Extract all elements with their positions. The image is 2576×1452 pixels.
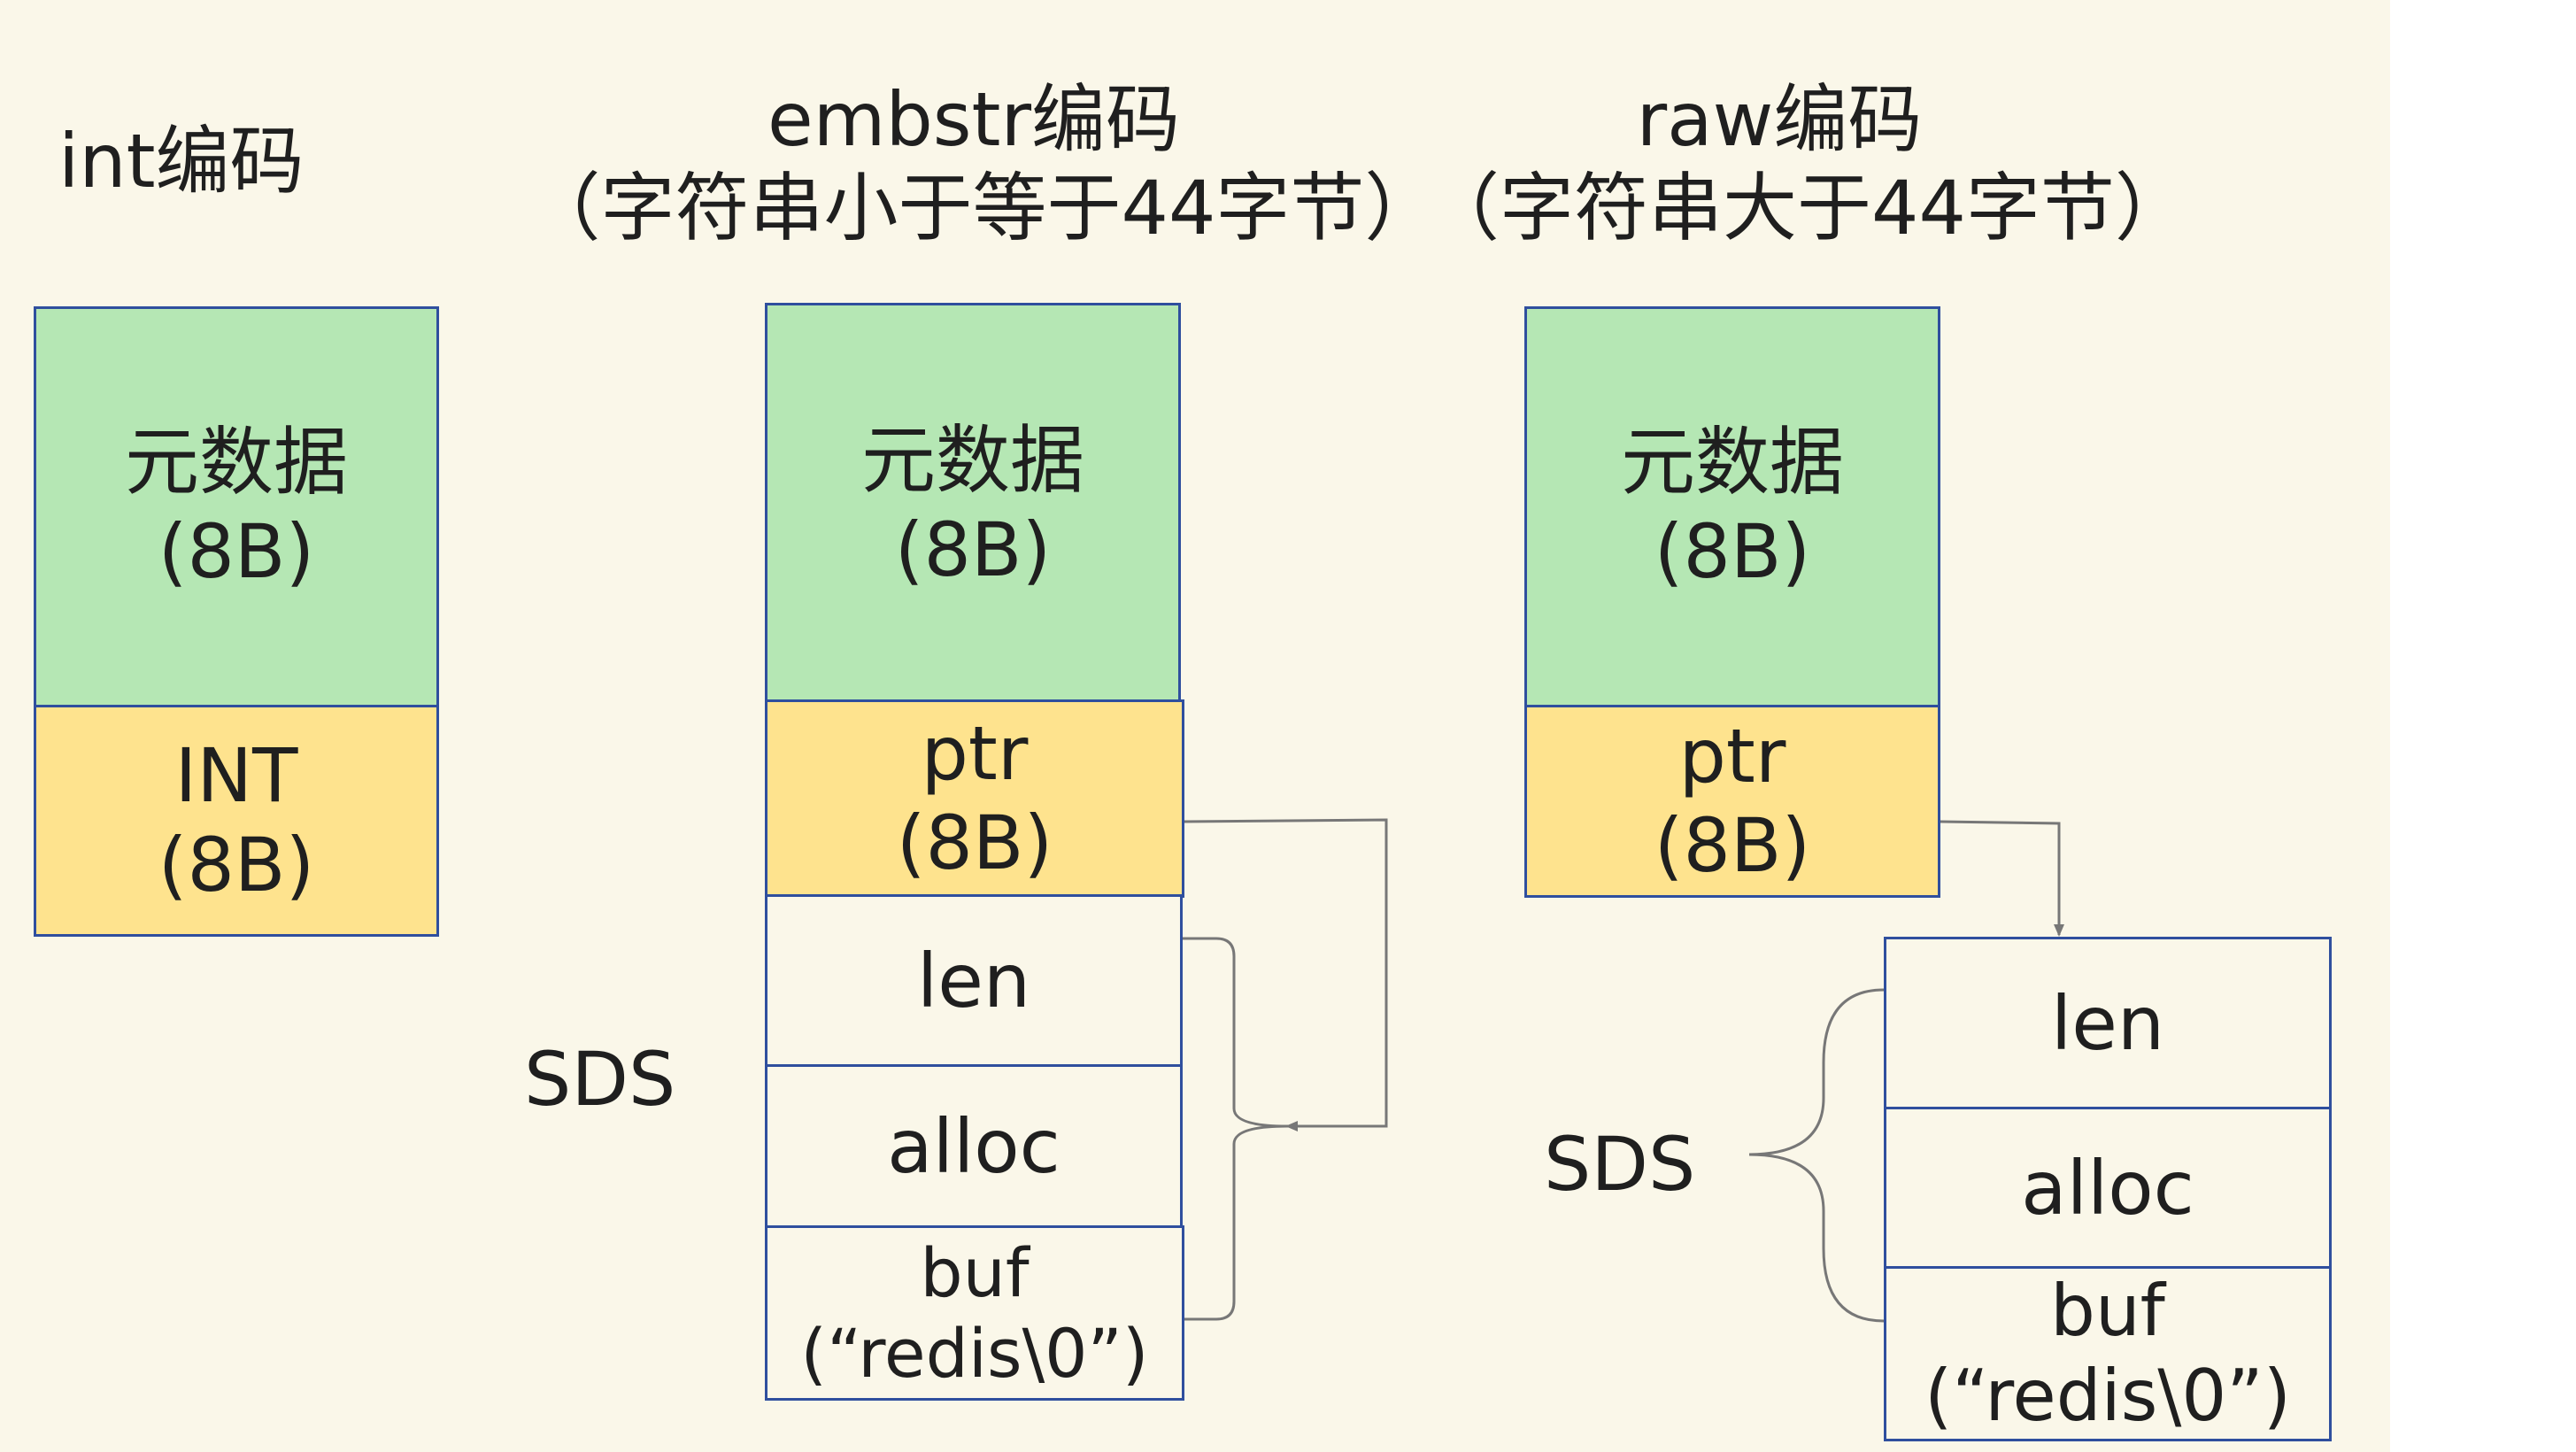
diagram-canvas: int编码 embstr编码 （字符串小于等于44字节） raw编码 （字符串大… xyxy=(0,0,2390,1452)
connector-layer xyxy=(1183,818,2064,1323)
embstr-sds-brace xyxy=(1183,937,1288,1321)
raw-ptr-arrow xyxy=(1940,820,2064,937)
embstr-ptr-arrow xyxy=(1184,818,1388,1131)
raw-sds-brace xyxy=(1748,988,1885,1323)
